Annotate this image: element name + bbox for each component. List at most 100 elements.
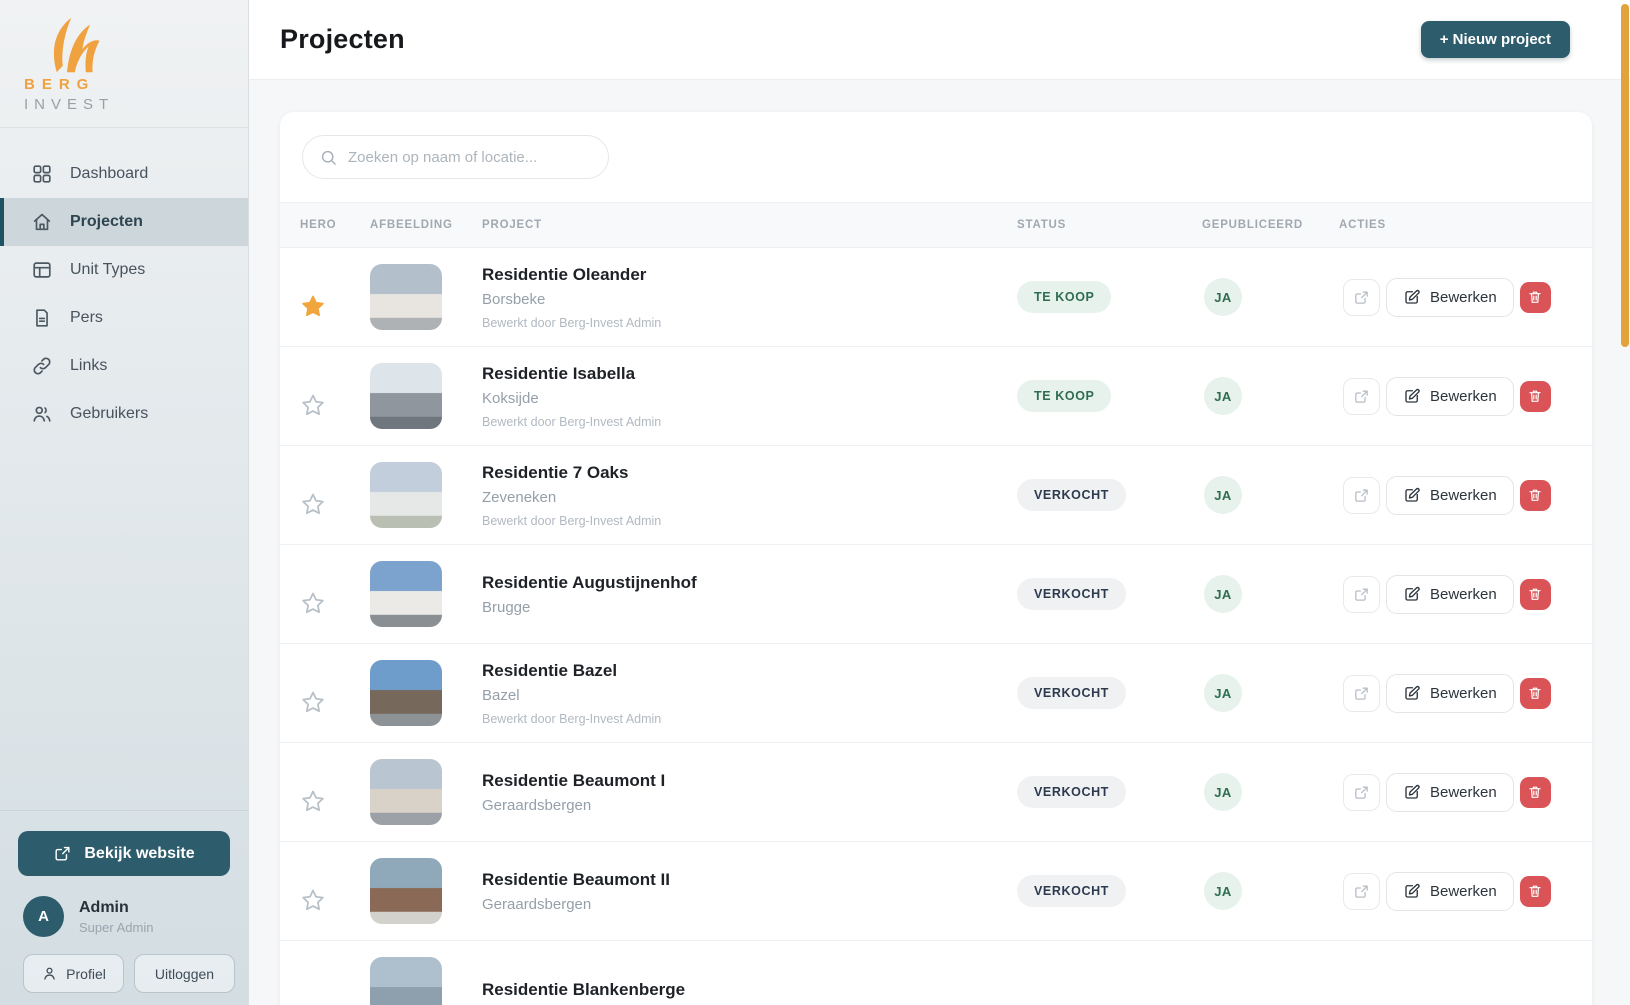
edit-icon bbox=[1403, 387, 1421, 405]
edit-icon bbox=[1403, 882, 1421, 900]
project-edited-by: Bewerkt door Berg-Invest Admin bbox=[482, 514, 1017, 528]
published-badge: JA bbox=[1204, 575, 1242, 613]
status-badge: TE KOOP bbox=[1017, 281, 1111, 313]
external-link-icon bbox=[1353, 586, 1370, 603]
edit-button[interactable]: Bewerken bbox=[1386, 773, 1514, 812]
user-info: A Admin Super Admin bbox=[23, 896, 235, 937]
sidebar-item-links[interactable]: Links bbox=[0, 342, 248, 390]
sidebar-item-label: Pers bbox=[70, 309, 103, 327]
sidebar-item-gebruikers[interactable]: Gebruikers bbox=[0, 390, 248, 438]
sidebar-item-label: Unit Types bbox=[70, 261, 145, 279]
projects-card: Hero Afbeelding Project Status Gepublice… bbox=[280, 112, 1592, 1005]
column-header-acties: Acties bbox=[1339, 219, 1572, 231]
edit-button[interactable]: Bewerken bbox=[1386, 872, 1514, 911]
logout-button[interactable]: Uitloggen bbox=[134, 954, 235, 993]
edit-button[interactable]: Bewerken bbox=[1386, 575, 1514, 614]
trash-icon bbox=[1527, 487, 1543, 503]
open-external-button[interactable] bbox=[1343, 576, 1380, 613]
open-external-button[interactable] bbox=[1343, 378, 1380, 415]
delete-button[interactable] bbox=[1520, 282, 1551, 313]
edit-button-label: Bewerken bbox=[1430, 289, 1497, 306]
open-external-button[interactable] bbox=[1343, 774, 1380, 811]
sidebar-item-label: Projecten bbox=[70, 213, 143, 231]
open-external-button[interactable] bbox=[1343, 873, 1380, 910]
projects-table-body: Residentie Oleander Borsbeke Bewerkt doo… bbox=[280, 248, 1592, 1005]
table-row: Residentie Augustijnenhof Brugge VERKOCH… bbox=[280, 545, 1592, 644]
berg-invest-logo-icon bbox=[36, 16, 122, 74]
page-scrollbar[interactable] bbox=[1621, 4, 1629, 347]
table-header-row: Hero Afbeelding Project Status Gepublice… bbox=[280, 202, 1592, 248]
delete-button[interactable] bbox=[1520, 678, 1551, 709]
project-thumbnail[interactable] bbox=[370, 462, 442, 528]
edit-button[interactable]: Bewerken bbox=[1386, 377, 1514, 416]
user-name: Admin bbox=[79, 899, 153, 917]
open-external-button[interactable] bbox=[1343, 675, 1380, 712]
hero-star-toggle[interactable] bbox=[300, 887, 370, 913]
brand-name-line2: INVEST bbox=[24, 96, 248, 113]
project-title: Residentie Blankenberge bbox=[482, 980, 1017, 1000]
project-thumbnail[interactable] bbox=[370, 264, 442, 330]
sidebar-item-unit-types[interactable]: Unit Types bbox=[0, 246, 248, 294]
project-edited-by: Bewerkt door Berg-Invest Admin bbox=[482, 415, 1017, 429]
hero-star-toggle[interactable] bbox=[300, 689, 370, 715]
published-badge: JA bbox=[1204, 773, 1242, 811]
open-external-button[interactable] bbox=[1343, 279, 1380, 316]
edit-button[interactable]: Bewerken bbox=[1386, 674, 1514, 713]
project-title: Residentie Oleander bbox=[482, 265, 1017, 285]
sidebar-item-dashboard[interactable]: Dashboard bbox=[0, 150, 248, 198]
published-badge: JA bbox=[1204, 674, 1242, 712]
hero-star-toggle[interactable] bbox=[300, 788, 370, 814]
project-thumbnail[interactable] bbox=[370, 858, 442, 924]
edit-button[interactable]: Bewerken bbox=[1386, 476, 1514, 515]
edit-button-label: Bewerken bbox=[1430, 784, 1497, 801]
open-external-button[interactable] bbox=[1343, 477, 1380, 514]
hero-star-toggle[interactable] bbox=[300, 491, 370, 517]
edit-icon bbox=[1403, 288, 1421, 306]
edit-icon bbox=[1403, 783, 1421, 801]
trash-icon bbox=[1527, 883, 1543, 899]
profile-button-label: Profiel bbox=[66, 966, 106, 982]
sidebar-nav: Dashboard Projecten Unit Types Pers Link… bbox=[0, 150, 248, 438]
project-location: Bazel bbox=[482, 687, 1017, 704]
edit-button[interactable]: Bewerken bbox=[1386, 278, 1514, 317]
trash-icon bbox=[1527, 784, 1543, 800]
main-content: Projecten + Nieuw project Hero Afbeeldin… bbox=[249, 0, 1630, 1005]
search-input[interactable] bbox=[348, 149, 594, 166]
sidebar-item-pers[interactable]: Pers bbox=[0, 294, 248, 342]
hero-star-toggle[interactable] bbox=[300, 293, 370, 319]
hero-star-toggle[interactable] bbox=[300, 392, 370, 418]
new-project-button[interactable]: + Nieuw project bbox=[1421, 21, 1570, 58]
project-thumbnail[interactable] bbox=[370, 957, 442, 1005]
link-icon bbox=[31, 355, 53, 377]
view-website-button[interactable]: Bekijk website bbox=[18, 831, 230, 876]
edit-icon bbox=[1403, 486, 1421, 504]
project-thumbnail[interactable] bbox=[370, 363, 442, 429]
page-title: Projecten bbox=[280, 24, 405, 55]
view-website-label: Bekijk website bbox=[84, 845, 194, 863]
table-row: Residentie Isabella Koksijde Bewerkt doo… bbox=[280, 347, 1592, 446]
delete-button[interactable] bbox=[1520, 480, 1551, 511]
brand-name-line1: BERG bbox=[24, 76, 248, 93]
sidebar-item-label: Dashboard bbox=[70, 165, 148, 183]
user-role: Super Admin bbox=[79, 920, 153, 935]
project-thumbnail[interactable] bbox=[370, 660, 442, 726]
trash-icon bbox=[1527, 586, 1543, 602]
edit-button-label: Bewerken bbox=[1430, 685, 1497, 702]
document-icon bbox=[31, 307, 53, 329]
edit-button-label: Bewerken bbox=[1430, 388, 1497, 405]
profile-button[interactable]: Profiel bbox=[23, 954, 124, 993]
logout-button-label: Uitloggen bbox=[155, 966, 214, 982]
column-header-status: Status bbox=[1017, 219, 1202, 231]
project-thumbnail[interactable] bbox=[370, 561, 442, 627]
project-title: Residentie 7 Oaks bbox=[482, 463, 1017, 483]
external-link-icon bbox=[1353, 685, 1370, 702]
delete-button[interactable] bbox=[1520, 777, 1551, 808]
sidebar-item-projecten[interactable]: Projecten bbox=[0, 198, 248, 246]
delete-button[interactable] bbox=[1520, 876, 1551, 907]
delete-button[interactable] bbox=[1520, 381, 1551, 412]
project-title: Residentie Augustijnenhof bbox=[482, 573, 1017, 593]
person-icon bbox=[41, 965, 58, 982]
delete-button[interactable] bbox=[1520, 579, 1551, 610]
hero-star-toggle[interactable] bbox=[300, 590, 370, 616]
project-thumbnail[interactable] bbox=[370, 759, 442, 825]
